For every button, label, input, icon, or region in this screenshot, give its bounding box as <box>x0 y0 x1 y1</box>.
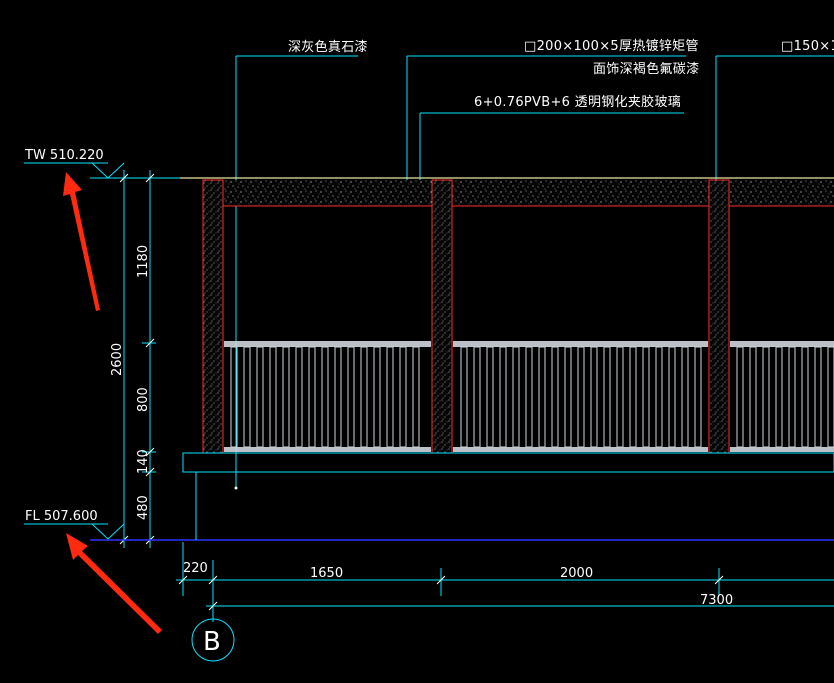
baluster-bar <box>577 346 585 448</box>
baluster-bar <box>655 346 663 448</box>
baluster-bar <box>386 346 394 448</box>
dim-7300: 7300 <box>700 593 733 608</box>
baluster-panel-1 <box>224 341 431 452</box>
baluster-bar <box>668 346 676 448</box>
red-arrow-top <box>63 172 100 311</box>
baluster-bar <box>681 346 689 448</box>
elevation-marker-floor: FL 507.600 <box>24 509 125 540</box>
railing-structure <box>182 179 834 540</box>
leader-dot-stone <box>234 486 238 490</box>
post-2 <box>432 180 452 453</box>
dim-1180: 1180 <box>136 245 151 278</box>
grid-axis-b: B <box>191 618 235 662</box>
elevation-floor-label: FL 507.600 <box>25 509 98 524</box>
baluster-bar <box>762 346 770 448</box>
dim-1650: 1650 <box>310 566 343 581</box>
label-stone-paint: 深灰色真石漆 <box>288 39 368 55</box>
dim-2000: 2000 <box>560 566 593 581</box>
label-tube-150: □150×10 <box>781 39 834 54</box>
baluster-bar <box>551 346 559 448</box>
baluster-bar <box>486 346 494 448</box>
horizontal-dimension-chain: 220 1650 2000 7300 <box>176 542 834 622</box>
baluster-bar <box>525 346 533 448</box>
baluster-panel-3 <box>730 341 834 452</box>
baluster-bar <box>321 346 329 448</box>
dim-140: 140 <box>136 449 151 474</box>
baluster-bar <box>412 346 420 448</box>
dim-800: 800 <box>136 387 151 412</box>
post-3 <box>709 180 729 453</box>
baluster-bar <box>360 346 368 448</box>
baluster-bar <box>512 346 520 448</box>
baluster-panel-2 <box>453 341 708 452</box>
baluster-bar <box>694 346 702 448</box>
top-beam <box>203 180 834 206</box>
annotation-glass: 6+0.76PVB+6 透明钢化夹胶玻璃 <box>418 94 684 185</box>
label-glass: 6+0.76PVB+6 透明钢化夹胶玻璃 <box>474 94 681 110</box>
baluster-bar <box>295 346 303 448</box>
dim-220: 220 <box>183 561 208 576</box>
baluster-bar <box>736 346 744 448</box>
base-slab <box>182 452 834 473</box>
label-tube-200: □200×100×5厚热镀锌矩管 <box>524 38 699 54</box>
baluster-bar <box>801 346 809 448</box>
baluster-bar <box>603 346 611 448</box>
baluster-bar <box>629 346 637 448</box>
baluster-bar <box>460 346 468 448</box>
elevation-marker-top: TW 510.220 <box>24 148 180 179</box>
baluster-bar <box>642 346 650 448</box>
cad-elevation-drawing: 深灰色真石漆 □200×100×5厚热镀锌矩管 面饰深褐色氟碳漆 6+0.76P… <box>24 38 834 662</box>
grid-axis-label: B <box>203 627 221 657</box>
vertical-dimension-chain: 2600 1180 800 140 480 <box>110 170 156 548</box>
label-tube-200-finish: 面饰深褐色氟碳漆 <box>593 61 699 77</box>
dim-480: 480 <box>136 495 151 520</box>
baluster-bar <box>499 346 507 448</box>
baluster-bar <box>243 346 251 448</box>
baluster-bar <box>334 346 342 448</box>
post-1 <box>203 180 223 453</box>
baluster-bar <box>814 346 822 448</box>
baluster-bar <box>590 346 598 448</box>
baluster-bar <box>827 346 834 448</box>
baluster-bar <box>282 346 290 448</box>
baluster-bar <box>788 346 796 448</box>
baluster-bar <box>399 346 407 448</box>
baluster-bar <box>564 346 572 448</box>
dim-2600: 2600 <box>110 343 125 376</box>
baluster-bar <box>538 346 546 448</box>
baluster-bar <box>347 346 355 448</box>
red-arrow-bottom <box>66 533 162 634</box>
elevation-top-label: TW 510.220 <box>24 148 104 163</box>
baluster-bar <box>256 346 264 448</box>
baluster-bar <box>473 346 481 448</box>
baluster-bar <box>749 346 757 448</box>
baluster-bar <box>616 346 624 448</box>
annotation-tube-200: □200×100×5厚热镀锌矩管 面饰深褐色氟碳漆 <box>405 38 699 190</box>
baluster-bar <box>308 346 316 448</box>
baluster-bar <box>269 346 277 448</box>
baluster-bar <box>373 346 381 448</box>
baluster-bar <box>775 346 783 448</box>
